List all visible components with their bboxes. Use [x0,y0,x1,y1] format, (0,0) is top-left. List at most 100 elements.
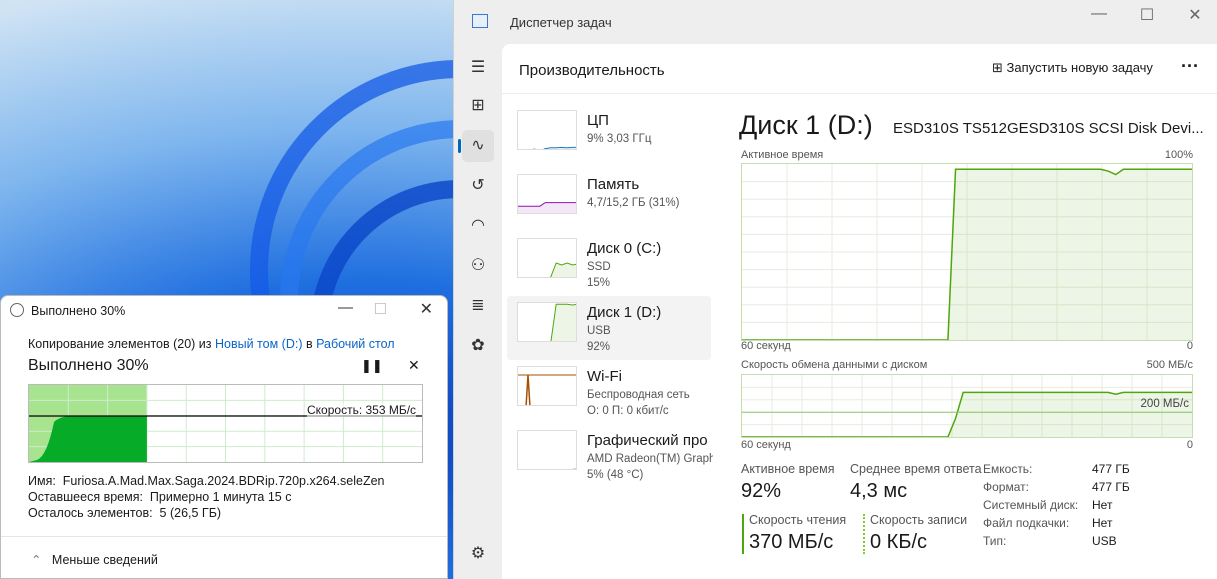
device-item[interactable]: Диск 0 (C:) SSD 15% [507,232,711,296]
destination-link[interactable]: Рабочий стол [316,337,394,351]
task-manager-icon [472,14,488,28]
processes-icon[interactable]: ⊞ [462,90,494,122]
property-label: Емкость: [983,462,1033,476]
device-name: Wi-Fi [587,368,622,385]
device-usage: О: 0 П: 0 кбит/с [587,405,669,417]
content-panel: Производительность ⊞ Запустить новую зад… [502,44,1217,579]
thumbnail-fill [518,469,577,470]
stat-label: Скорость чтения [749,513,847,527]
property-value: USB [1092,534,1117,548]
device-usage: 92% [587,341,611,353]
axis-zero: 0 [1186,340,1193,352]
axis-zero: 0 [1186,439,1193,451]
device-thumbnail [517,366,577,406]
device-item[interactable]: ЦП 9% 3,03 ГГц [507,104,711,168]
thumbnail-fill [551,304,576,341]
history-fill [742,169,1192,340]
active-time-label: Активное время [741,149,824,161]
title-bar[interactable]: Диспетчер задач — ☐ ✕ [454,0,1217,44]
device-item[interactable]: Диск 1 (D:) USB 92% [507,296,711,360]
new-task-icon: ⊞ [992,60,1007,75]
transfer-rate-graph [741,374,1193,438]
device-item[interactable]: Wi-Fi Беспроводная сеть О: 0 П: 0 кбит/с [507,360,711,424]
property-label: Системный диск: [983,498,1079,512]
device-thumbnail [517,110,577,150]
more-options-button[interactable]: ··· [1181,56,1199,77]
transfer-rate-max: 500 МБ/с [1146,359,1193,371]
desktop-wallpaper [0,0,455,300]
chevron-up-icon: ⌃ [31,553,42,567]
source-link[interactable]: Новый том (D:) [215,337,303,351]
thumbnail-line [572,468,576,469]
device-usage: 15% [587,277,611,289]
device-name: ЦП [587,112,609,129]
cancel-button[interactable]: ✕ [408,357,420,374]
transfer-ref-label: 200 МБ/с [1140,398,1189,410]
items-remaining: 5 (26,5 ГБ) [159,506,222,520]
dialog-title: Выполнено 30% [31,304,126,318]
maximize-button[interactable]: ☐ [1127,5,1167,25]
page-title: Производительность [519,62,665,79]
window-title: Диспетчер задач [510,15,612,30]
property-value: 477 ГБ [1092,480,1130,494]
app-history-icon[interactable]: ↺ [462,170,494,202]
details-icon[interactable]: ≣ [462,290,494,322]
progress-heading: Выполнено 30% [28,357,149,374]
stat-label: Активное время [741,462,835,476]
device-thumbnail [517,174,577,214]
disk-model: ESD310S TS512GESD310S SCSI Disk Devi... [893,120,1204,137]
device-thumbnail [517,238,577,278]
pause-button[interactable]: ❚❚ [361,358,383,374]
disk-detail: Диск 1 (D:) ESD310S TS512GESD310S SCSI D… [739,94,1204,574]
device-info: 4,7/15,2 ГБ (31%) [587,197,680,209]
services-icon[interactable]: ✿ [462,330,494,362]
speed-label: Скорость: 353 МБ/с [307,403,417,417]
less-details-button[interactable]: ⌃ Меньше сведений [31,552,158,567]
device-thumbnail [517,430,577,470]
read-speed-value: 370 МБ/с [749,531,834,553]
performance-icon[interactable]: ∿ [458,130,494,162]
maximize-button: ☐ [373,301,387,318]
device-info: Беспроводная сеть [587,389,690,401]
active-time-max: 100% [1164,149,1193,161]
write-indicator [863,514,865,554]
device-name: Память [587,176,640,193]
minimize-button[interactable]: — [338,299,353,316]
settings-icon[interactable]: ⚙ [462,538,494,570]
device-name: Графический про [587,432,708,449]
run-new-task-button[interactable]: ⊞ Запустить новую задачу [992,60,1153,76]
transfer-rate-label: Скорость обмена данными с диском [741,359,928,371]
close-button[interactable]: ✕ [1175,5,1215,25]
users-icon[interactable]: ⚇ [462,250,494,282]
task-manager-window: Диспетчер задач — ☐ ✕ ☰ ⊞ ∿ ↺ ◠ ⚇ ≣ ✿ ⚙ … [453,0,1217,579]
device-info: 9% 3,03 ГГц [587,133,652,145]
active-time-graph [741,163,1193,341]
copy-speed-graph [28,384,423,463]
device-item[interactable]: Графический про AMD Radeon(TM) Graphics … [507,424,713,488]
nav-sidebar: ☰ ⊞ ∿ ↺ ◠ ⚇ ≣ ✿ ⚙ [454,44,502,579]
property-label: Файл подкачки: [983,516,1070,530]
write-speed-value: 0 КБ/с [870,531,928,553]
property-value: 477 ГБ [1092,462,1130,476]
device-info: SSD [587,261,611,273]
menu-icon[interactable]: ☰ [462,52,494,84]
detail-title: Диск 1 (D:) [739,110,873,140]
time-span-label: 60 секунд [741,439,791,451]
minimize-button[interactable]: — [1079,5,1119,23]
device-info: USB [587,325,611,337]
property-label: Тип: [983,534,1007,548]
copy-description: Копирование элементов (20) из Новый том … [28,337,395,351]
property-label: Формат: [983,480,1029,494]
wifi-spike [525,374,531,405]
thumbnail-fill [518,202,576,213]
close-button[interactable]: ✕ [420,299,433,319]
device-info: AMD Radeon(TM) Graphics [587,453,713,465]
thumbnail-fill [550,263,576,277]
time-span-label: 60 секунд [741,340,791,352]
device-item[interactable]: Память 4,7/15,2 ГБ (31%) [507,168,711,232]
device-name: Диск 0 (C:) [587,240,662,257]
read-indicator [742,514,744,554]
startup-icon[interactable]: ◠ [462,210,494,242]
property-value: Нет [1092,516,1113,530]
device-name: Диск 1 (D:) [587,304,662,321]
